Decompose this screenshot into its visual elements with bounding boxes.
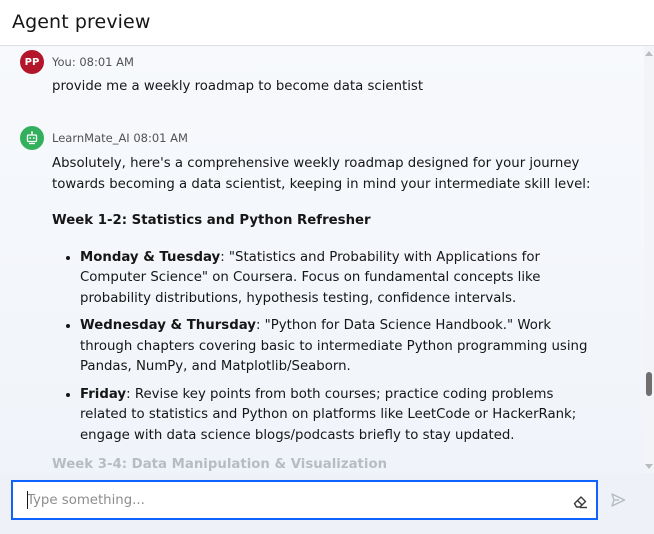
header: Agent preview [0,0,654,46]
list-item: Friday: Revise key points from both cour… [80,385,592,447]
scroll-down-arrow-icon[interactable] [645,464,653,469]
scrollbar-thumb[interactable] [646,372,652,396]
list-item: Wednesday & Thursday: "Python for Data S… [80,316,592,378]
week-1-2-heading: Week 1-2: Statistics and Python Refreshe… [52,213,371,228]
chat-scrollbar[interactable] [644,47,654,473]
list-item-label: Friday [80,386,127,402]
message-input-box[interactable] [11,480,598,520]
eraser-icon[interactable] [571,492,589,510]
avatar-initials: PP [24,56,40,68]
chat-transcript[interactable]: PP You: 08:01 AM provide me a weekly roa… [0,47,644,473]
scroll-up-arrow-icon[interactable] [645,51,653,56]
list-item-text: : Revise key points from both courses; p… [80,386,577,443]
text-caret [27,491,28,509]
list-item-label: Monday & Tuesday [80,249,221,265]
list-item-label: Wednesday & Thursday [80,318,256,333]
week-1-2-list: Monday & Tuesday: "Statistics and Probab… [52,248,592,447]
user-avatar: PP [20,50,44,74]
user-message-meta: You: 08:01 AM [52,55,134,69]
message-input[interactable] [27,490,547,510]
bot-message-body: Absolutely, here's a comprehensive weekl… [52,154,592,473]
composer [0,473,654,534]
bot-intro: Absolutely, here's a comprehensive weekl… [52,156,591,192]
list-item: Monday & Tuesday: "Statistics and Probab… [80,248,592,310]
bot-message-meta: LearnMate_AI 08:01 AM [52,131,188,145]
user-message-text: provide me a weekly roadmap to become da… [52,79,424,94]
send-icon[interactable] [610,492,626,508]
week-3-4-heading: Week 3-4: Data Manipulation & Visualizat… [52,457,388,472]
page-title: Agent preview [12,11,151,33]
robot-icon [20,126,44,150]
